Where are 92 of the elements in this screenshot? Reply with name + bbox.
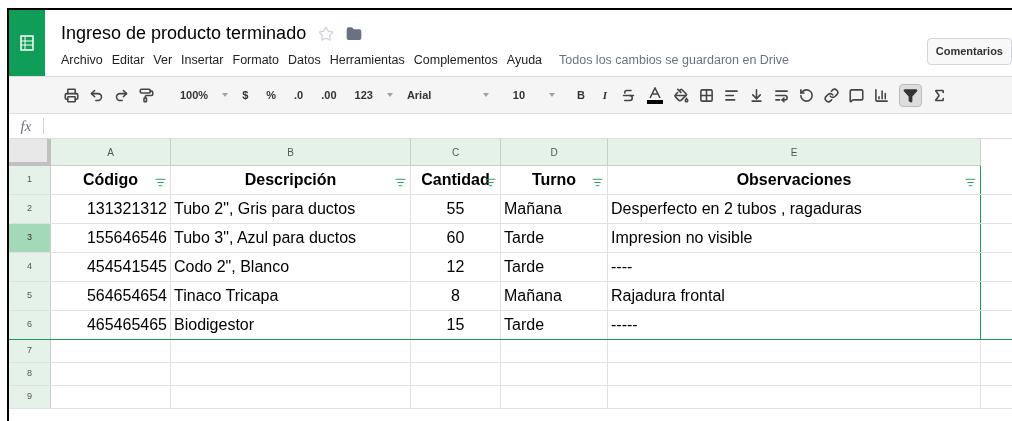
- undo-icon[interactable]: [89, 87, 104, 103]
- row-header[interactable]: 4: [9, 253, 51, 281]
- row-header[interactable]: 1: [9, 166, 51, 194]
- table-cell-text: 12: [445, 257, 466, 277]
- row-header[interactable]: 5: [9, 282, 51, 310]
- column-header[interactable]: A: [51, 139, 171, 166]
- row-header[interactable]: 9: [9, 386, 51, 408]
- fill-color-icon[interactable]: [674, 87, 690, 103]
- italic-button[interactable]: I: [598, 86, 612, 104]
- table-cell-text: Tubo 2", Gris para ductos: [174, 199, 357, 219]
- decrease-decimal-button[interactable]: .0: [290, 86, 308, 104]
- table-cell-text: 454541545: [85, 257, 167, 277]
- text-rotate-icon[interactable]: [799, 87, 815, 103]
- row-header[interactable]: 3: [9, 224, 51, 252]
- redo-icon[interactable]: [114, 87, 129, 103]
- table-cell-text: Tarde: [504, 228, 546, 248]
- table-cell-text: 8: [450, 286, 461, 306]
- folder-icon[interactable]: [346, 25, 363, 42]
- column-title: Descripción: [244, 170, 337, 190]
- bold-button[interactable]: B: [572, 86, 589, 104]
- row-header[interactable]: 2: [9, 195, 51, 223]
- comments-button[interactable]: Comentarios: [926, 38, 1012, 65]
- table-cell-text: 155646546: [85, 228, 167, 248]
- paint-format-icon[interactable]: [139, 87, 154, 103]
- chart-icon[interactable]: [874, 87, 890, 103]
- table-cell-text: Mañana: [504, 286, 563, 306]
- strikethrough-icon[interactable]: [621, 87, 637, 103]
- row-header[interactable]: 8: [9, 363, 51, 385]
- text-color-icon[interactable]: [646, 86, 665, 104]
- column-title: Código: [82, 170, 139, 190]
- grid-icon: [20, 35, 34, 51]
- table-cell-text: Codo 2", Blanco: [174, 257, 291, 277]
- percent-button[interactable]: %: [262, 86, 281, 104]
- menu-item[interactable]: Ayuda: [506, 51, 543, 70]
- borders-icon[interactable]: [699, 87, 715, 103]
- corner-cell[interactable]: [9, 139, 51, 166]
- menu-item[interactable]: Insertar: [181, 51, 224, 70]
- menu-item[interactable]: Formato: [232, 51, 280, 70]
- column-title: Observaciones: [736, 170, 852, 190]
- table-cell-text: Tinaco Tricapa: [174, 286, 280, 306]
- caret-icon: [222, 93, 229, 97]
- font-dropdown[interactable]: Arial: [402, 86, 473, 104]
- column-title: Cantidad: [421, 170, 490, 190]
- column-header[interactable]: E: [608, 139, 981, 166]
- menu-item[interactable]: Ver: [153, 51, 173, 70]
- table-cell-text: ----: [611, 257, 634, 277]
- menu-item[interactable]: Datos: [288, 51, 321, 70]
- caret-icon: [482, 93, 489, 97]
- filter-button[interactable]: [899, 83, 923, 107]
- table-cell-text: -----: [611, 315, 639, 335]
- caret-icon: [386, 93, 393, 97]
- comment-icon[interactable]: [849, 87, 865, 103]
- table-cell-text: Tarde: [504, 257, 546, 277]
- table-cell-text: 465465465: [85, 315, 167, 335]
- table-cell-text: 131321312: [85, 199, 167, 219]
- menu-item[interactable]: Herramientas: [329, 51, 405, 70]
- sheets-logo[interactable]: [9, 10, 45, 76]
- currency-button[interactable]: $: [238, 86, 253, 104]
- menu-item[interactable]: Complementos: [413, 51, 498, 70]
- fx-label: fx: [19, 116, 33, 136]
- table-cell-text: Tubo 3", Azul para ductos: [174, 228, 358, 248]
- table-cell-text: Rajadura frontal: [611, 286, 726, 306]
- increase-decimal-button[interactable]: .00: [317, 86, 341, 104]
- column-header[interactable]: C: [411, 139, 501, 166]
- row-header[interactable]: 6: [9, 311, 51, 339]
- table-cell-text: 55: [445, 199, 466, 219]
- text-wrap-icon[interactable]: [774, 87, 790, 103]
- table-cell-text: 564654654: [85, 286, 167, 306]
- column-title: Turno: [531, 170, 577, 190]
- column-header[interactable]: D: [501, 139, 608, 166]
- star-icon[interactable]: [318, 25, 335, 42]
- table-cell-text: 60: [445, 228, 466, 248]
- link-icon[interactable]: [824, 87, 840, 103]
- row-header[interactable]: 7: [9, 340, 51, 362]
- print-icon[interactable]: [64, 87, 79, 103]
- font-size-dropdown[interactable]: 10: [498, 86, 539, 104]
- menu-item[interactable]: Archivo: [61, 51, 103, 70]
- number-format-dropdown[interactable]: 123: [350, 86, 377, 104]
- table-cell-text: Mañana: [504, 199, 563, 219]
- table-cell-text: Desperfecto en 2 tubos , ragaduras: [611, 199, 863, 219]
- table-cell-text: Impresion no visible: [611, 228, 754, 248]
- caret-icon: [548, 93, 555, 97]
- align-icon[interactable]: [724, 87, 740, 103]
- document-title[interactable]: Ingreso de producto terminado: [61, 20, 307, 47]
- table-cell-text: Tarde: [504, 315, 546, 335]
- table-cell-text: Biodigestor: [174, 315, 256, 335]
- menu-item[interactable]: Editar: [111, 51, 145, 70]
- save-status[interactable]: Todos los cambios se guardaron en Drive: [559, 51, 789, 70]
- column-header[interactable]: B: [171, 139, 411, 166]
- vertical-align-icon[interactable]: [749, 87, 765, 103]
- zoom-dropdown[interactable]: 100%: [176, 86, 213, 104]
- table-cell-text: 15: [445, 315, 466, 335]
